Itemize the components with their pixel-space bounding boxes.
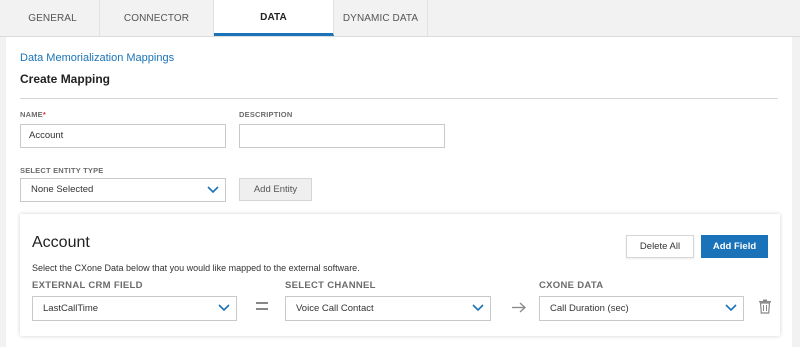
entity-mapping-card: Account Select the CXone Data below that… — [20, 214, 780, 336]
delete-all-button[interactable]: Delete All — [626, 235, 694, 258]
required-mark: * — [42, 110, 47, 119]
divider — [20, 98, 778, 99]
description-label: DESCRIPTION — [239, 110, 293, 119]
chevron-down-icon — [218, 304, 230, 312]
tab-label: DYNAMIC DATA — [342, 13, 419, 24]
equals-icon — [256, 302, 268, 311]
channel-select[interactable]: Voice Call Contact — [285, 296, 491, 321]
cxone-data-select[interactable]: Call Duration (sec) — [539, 296, 744, 321]
entity-type-value: None Selected — [31, 184, 94, 195]
name-label-text: NAME — [20, 110, 43, 119]
tab-dynamic-data[interactable]: DYNAMIC DATA — [334, 0, 428, 36]
main-panel: Data Memorialization Mappings Create Map… — [6, 37, 792, 347]
description-field[interactable] — [239, 124, 445, 148]
chevron-down-icon — [472, 304, 484, 312]
cxone-data-value: Call Duration (sec) — [550, 303, 629, 314]
crm-field-column-header: EXTERNAL CRM FIELD — [32, 280, 143, 291]
tab-data-memorialization[interactable]: DATA MEMORIALIZATION — [214, 0, 334, 59]
entity-card-description: Select the CXone Data below that you wou… — [32, 263, 360, 273]
page-title: Create Mapping — [20, 72, 111, 86]
tab-general[interactable]: GENERAL — [6, 0, 100, 36]
add-entity-button[interactable]: Add Entity — [239, 178, 312, 201]
add-field-button[interactable]: Add Field — [701, 235, 768, 258]
cxone-data-column-header: CXONE DATA — [539, 280, 604, 291]
channel-column-header: SELECT CHANNEL — [285, 280, 376, 291]
channel-value: Voice Call Contact — [296, 303, 374, 314]
tab-label: GENERAL — [28, 13, 77, 24]
arrow-right-icon — [512, 302, 526, 313]
entity-type-label: SELECT ENTITY TYPE — [20, 166, 104, 175]
tab-bar: GENERAL CONNECTOR MAPPINGS DATA MEMORIAL… — [0, 0, 800, 62]
crm-field-select[interactable]: LastCallTime — [32, 296, 237, 321]
crm-field-value: LastCallTime — [43, 303, 99, 314]
chevron-down-icon — [725, 304, 737, 312]
name-label: NAME* — [20, 110, 46, 119]
entity-card-title: Account — [32, 234, 90, 251]
trash-icon[interactable] — [758, 299, 772, 314]
entity-type-select[interactable]: None Selected — [20, 178, 226, 202]
breadcrumb-link[interactable]: Data Memorialization Mappings — [20, 52, 174, 64]
chevron-down-icon — [207, 186, 219, 194]
name-field[interactable]: Account — [20, 124, 226, 148]
tab-connector-mappings[interactable]: CONNECTOR MAPPINGS — [100, 0, 214, 62]
